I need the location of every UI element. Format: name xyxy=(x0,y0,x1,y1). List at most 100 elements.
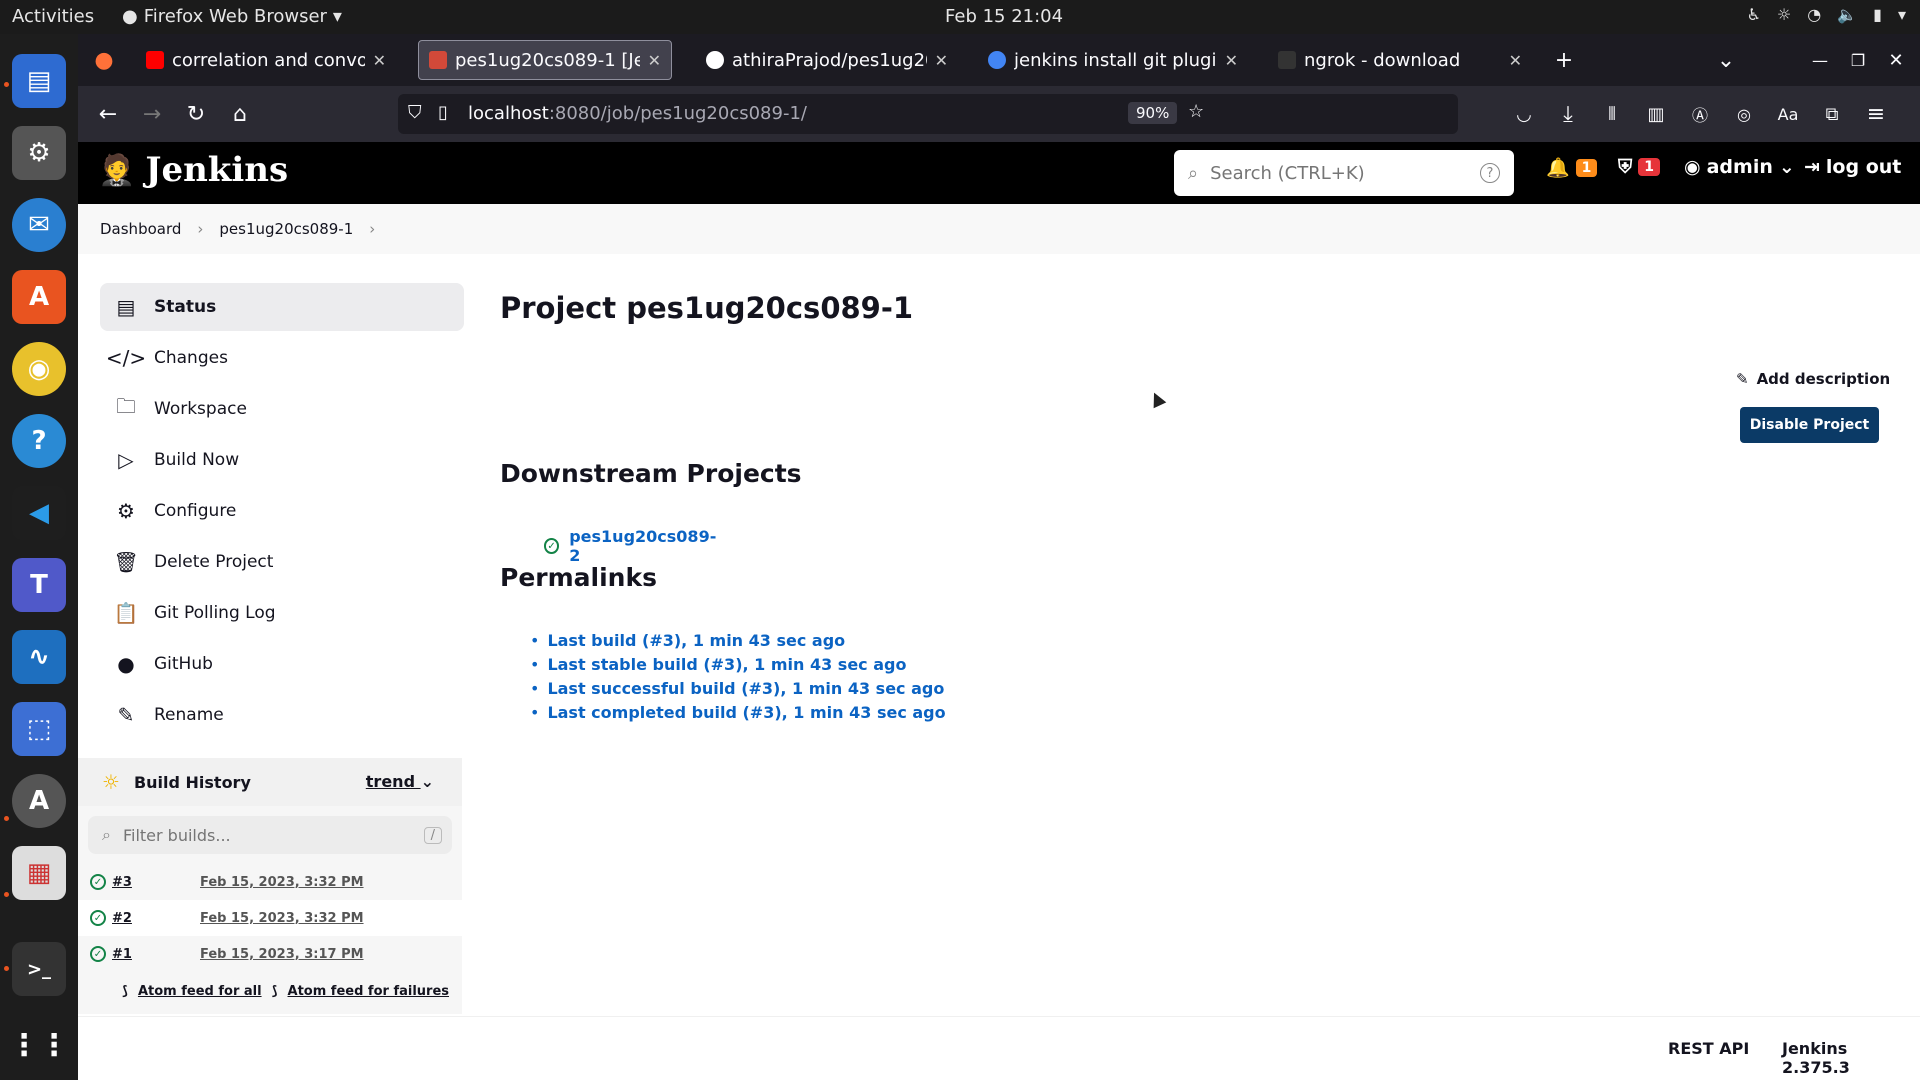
filter-builds[interactable]: ⌕ / xyxy=(88,816,452,854)
trend-link[interactable]: trend ⌄ xyxy=(366,772,434,791)
atom-feed-all-link[interactable]: Atom feed for all xyxy=(138,984,262,999)
downloads-icon[interactable]: ⤓ xyxy=(1552,98,1584,130)
terminal-icon[interactable]: >_ xyxy=(12,942,66,996)
firefox-view-icon[interactable]: ● xyxy=(88,44,120,76)
task-status[interactable]: ▤ Status xyxy=(100,283,464,331)
breadcrumb-dashboard[interactable]: Dashboard xyxy=(100,220,181,238)
notifications-button[interactable]: 🔔 1 xyxy=(1546,156,1598,179)
user-menu[interactable]: ◉ admin ⌄ xyxy=(1684,156,1795,178)
search-input[interactable] xyxy=(1210,162,1468,184)
updater-icon[interactable]: A xyxy=(12,774,66,828)
task-github[interactable]: ● GitHub xyxy=(100,640,464,688)
minimize-icon[interactable]: — xyxy=(1804,44,1836,76)
reload-icon[interactable]: ↻ xyxy=(180,98,212,130)
build-row[interactable]: ✓ #1 Feb 15, 2023, 3:17 PM xyxy=(78,936,462,972)
extensions-puzzle-icon[interactable]: ⧉ xyxy=(1816,98,1848,130)
filter-builds-input[interactable] xyxy=(122,825,412,845)
tab-1[interactable]: correlation and convoluti ✕ xyxy=(136,40,396,80)
permalink-last-build[interactable]: Last build (#3), 1 min 43 sec ago xyxy=(547,631,845,650)
help-icon[interactable]: ? xyxy=(12,414,66,468)
thunderbird-icon[interactable]: ✉ xyxy=(12,198,66,252)
task-build-now[interactable]: ▷ Build Now xyxy=(100,436,464,484)
zoom-indicator[interactable]: 90% xyxy=(1128,102,1178,124)
shield-icon[interactable]: ⛉ xyxy=(408,102,422,123)
pocket-icon[interactable]: ◡ xyxy=(1508,98,1540,130)
disable-project-button[interactable]: Disable Project xyxy=(1740,407,1879,443)
home-icon[interactable]: ⌂ xyxy=(224,98,256,130)
build-number-link[interactable]: #3 xyxy=(112,875,132,890)
accessibility-icon[interactable]: ♿ xyxy=(1747,5,1761,24)
vscode-icon[interactable]: ◀ xyxy=(12,486,66,540)
list-all-tabs-icon[interactable]: ⌄ xyxy=(1710,44,1742,76)
document-viewer-icon[interactable]: ▦ xyxy=(12,846,66,900)
gear-icon: ⚙ xyxy=(117,499,135,523)
screenshot-icon[interactable]: ⬚ xyxy=(12,702,66,756)
extension-icon[interactable]: ◎ xyxy=(1728,98,1760,130)
page-icon[interactable]: ▯ xyxy=(438,102,448,123)
task-changes[interactable]: </> Changes xyxy=(100,334,464,382)
teams-icon[interactable]: T xyxy=(12,558,66,612)
system-tray[interactable]: ♿ ☼ ◔ 🔈 ▮ ▾ xyxy=(1747,5,1906,24)
tab-2[interactable]: pes1ug20cs089-1 [Jenkin ✕ xyxy=(418,40,672,80)
build-date-link[interactable]: Feb 15, 2023, 3:32 PM xyxy=(200,875,364,890)
permalink-last-stable[interactable]: Last stable build (#3), 1 min 43 sec ago xyxy=(547,655,906,674)
atom-feed-failures-link[interactable]: Atom feed for failures xyxy=(288,984,449,999)
task-git-polling-log[interactable]: 📋 Git Polling Log xyxy=(100,589,464,637)
search-box[interactable]: ⌕ ? xyxy=(1174,150,1514,196)
task-workspace[interactable]: 🗀 Workspace xyxy=(100,385,464,433)
downstream-project-link[interactable]: pes1ug20cs089-2 xyxy=(569,527,717,565)
new-tab-icon[interactable]: + xyxy=(1548,44,1580,76)
text-editor-icon[interactable]: ▤ xyxy=(12,54,66,108)
url-text[interactable]: localhost:8080/job/pes1ug20cs089-1/ xyxy=(468,103,807,124)
build-row[interactable]: ✓ #3 Feb 15, 2023, 3:32 PM xyxy=(78,864,462,900)
task-delete-project[interactable]: 🗑 Delete Project xyxy=(100,538,464,586)
restore-icon[interactable]: ❐ xyxy=(1842,44,1874,76)
settings-icon[interactable]: ⚙ xyxy=(12,126,66,180)
close-icon[interactable]: ✕ xyxy=(1225,51,1238,70)
close-icon[interactable]: ✕ xyxy=(373,51,386,70)
tab-4[interactable]: jenkins install git plugin - ✕ xyxy=(978,40,1248,80)
account-icon[interactable]: Ⓐ xyxy=(1684,98,1716,130)
menu-icon[interactable]: ≡ xyxy=(1860,98,1892,130)
clock[interactable]: Feb 15 21:04 xyxy=(945,6,1063,27)
close-icon[interactable]: ✕ xyxy=(1509,51,1522,70)
chevron-down-icon[interactable]: ⌄ xyxy=(421,772,434,791)
sidebar-icon[interactable]: ▥ xyxy=(1640,98,1672,130)
app-menu[interactable]: ● Firefox Web Browser ▾ xyxy=(122,6,342,27)
build-number-link[interactable]: #2 xyxy=(112,911,132,926)
close-icon[interactable]: ✕ xyxy=(935,51,948,70)
library-icon[interactable]: ⫴ xyxy=(1596,98,1628,130)
logout-link[interactable]: ⇥ log out xyxy=(1804,156,1901,178)
search-icon: ⌕ xyxy=(102,825,111,844)
build-number-link[interactable]: #1 xyxy=(112,947,132,962)
breadcrumb-project[interactable]: pes1ug20cs089-1 xyxy=(219,220,353,238)
task-configure[interactable]: ⚙ Configure xyxy=(100,487,464,535)
tab-3[interactable]: athiraPrajod/pes1ug20cs ✕ xyxy=(696,40,958,80)
rest-api-link[interactable]: REST API xyxy=(1668,1039,1749,1058)
url-bar[interactable]: ⛉ ▯ localhost:8080/job/pes1ug20cs089-1/ … xyxy=(398,94,1458,134)
reader-font-icon[interactable]: Aa xyxy=(1772,98,1804,130)
tab-5[interactable]: ngrok - download ✕ xyxy=(1268,40,1532,80)
task-rename[interactable]: ✎ Rename xyxy=(100,691,464,739)
system-monitor-icon[interactable]: ∿ xyxy=(12,630,66,684)
activities-button[interactable]: Activities xyxy=(12,6,94,27)
build-date-link[interactable]: Feb 15, 2023, 3:32 PM xyxy=(200,911,364,926)
add-description-link[interactable]: ✎ Add description xyxy=(1736,370,1890,388)
build-row[interactable]: ✓ #2 Feb 15, 2023, 3:32 PM xyxy=(78,900,462,936)
close-window-icon[interactable]: ✕ xyxy=(1880,44,1912,76)
permalink-last-completed[interactable]: Last completed build (#3), 1 min 43 sec … xyxy=(547,703,945,722)
permalink-last-successful[interactable]: Last successful build (#3), 1 min 43 sec… xyxy=(547,679,944,698)
software-center-icon[interactable]: A xyxy=(12,270,66,324)
security-button[interactable]: ⛨ 1 xyxy=(1618,156,1661,178)
build-date-link[interactable]: Feb 15, 2023, 3:17 PM xyxy=(200,947,364,962)
help-icon[interactable]: ? xyxy=(1480,163,1500,183)
app-grid-icon[interactable]: ⋮⋮ xyxy=(9,1018,69,1072)
close-icon[interactable]: ✕ xyxy=(648,51,661,70)
bookmark-star-icon[interactable]: ☆ xyxy=(1188,101,1204,122)
forward-icon[interactable]: → xyxy=(136,98,168,130)
back-icon[interactable]: ← xyxy=(92,98,124,130)
jenkins-logo[interactable]: 🤵 Jenkins xyxy=(98,150,288,190)
rhythmbox-icon[interactable]: ◉ xyxy=(12,342,66,396)
chevron-right-icon[interactable]: › xyxy=(369,220,375,238)
jenkins-version-link[interactable]: Jenkins 2.375.3 xyxy=(1782,1039,1920,1077)
